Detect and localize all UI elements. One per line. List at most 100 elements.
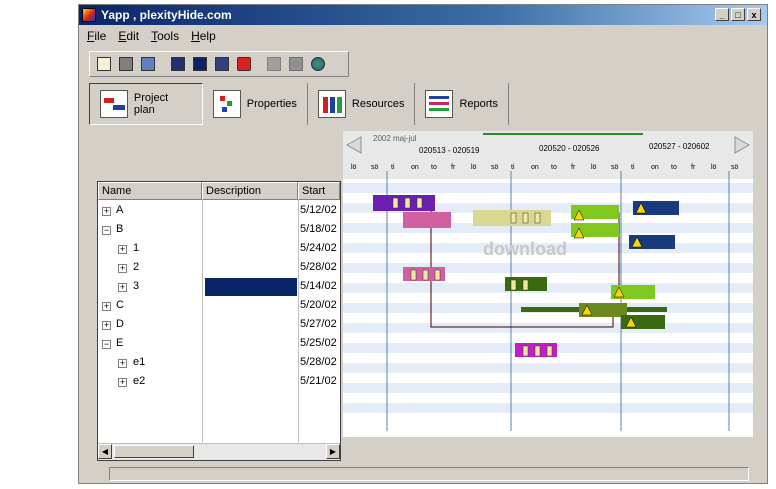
day-label: fr [691,164,696,171]
day-label: sö [371,164,379,171]
menu-help[interactable]: Help [191,29,216,43]
window-title: Yapp , plexityHide.com [101,8,232,22]
tree-row-1[interactable]: + 1 5/24/02 [98,240,338,259]
collapse-icon[interactable]: − [102,226,111,235]
menu-tools[interactable]: Tools [151,29,179,43]
expand-icon[interactable]: + [102,321,111,330]
menu-bar: File Edit Tools Help [79,27,767,45]
start-date: 5/25/02 [300,337,337,349]
task-grid: Name Description Start + A 5/12/02 − B 5… [97,181,341,461]
tree-row-d[interactable]: + D 5/27/02 [98,316,338,335]
day-label: to [431,164,437,171]
start-date: 5/28/02 [300,261,337,273]
tree-row-e1[interactable]: + e1 5/28/02 [98,354,338,373]
task-bar [403,212,451,228]
day-label: lö [711,164,717,171]
redo-icon[interactable] [234,54,254,74]
toolbar [89,51,349,77]
app-window: Yapp , plexityHide.com _ □ x File Edit T… [78,4,768,484]
menu-file[interactable]: File [87,29,106,43]
properties-icon [212,90,241,118]
node-label: e1 [133,356,146,368]
start-date: 5/21/02 [300,375,337,387]
disabled-icon[interactable] [264,54,284,74]
column-header-start[interactable]: Start [298,182,340,200]
tab-project-plan[interactable]: Project plan [89,83,203,125]
tab-label: Project plan [133,92,169,116]
expand-icon[interactable]: + [118,264,127,273]
column-header-name[interactable]: Name [98,182,202,200]
new-doc-icon[interactable] [94,54,114,74]
start-date: 5/18/02 [300,223,337,235]
expand-icon[interactable]: + [102,302,111,311]
day-label: ti [631,164,635,171]
tab-properties[interactable]: Properties [203,83,308,125]
expand-icon[interactable]: + [118,245,127,254]
start-date: 5/14/02 [300,280,337,292]
menu-edit[interactable]: Edit [118,29,139,43]
tree-row-c[interactable]: + C 5/20/02 [98,297,338,316]
scroll-left-button[interactable]: ◀ [98,444,112,459]
start-date: 5/27/02 [300,318,337,330]
copy-icon[interactable] [190,54,210,74]
start-date: 5/28/02 [300,356,337,368]
day-label: lö [591,164,597,171]
day-label: ti [391,164,395,171]
expand-icon[interactable]: + [102,207,111,216]
tab-reports[interactable]: Reports [415,83,509,125]
day-label: to [551,164,557,171]
node-label: 1 [133,242,140,254]
tool-icon[interactable] [286,54,306,74]
expand-icon[interactable]: + [118,378,127,387]
start-date: 5/20/02 [300,299,337,311]
node-label: D [116,318,124,330]
node-label: e2 [133,375,146,387]
gantt-chart: 2002 maj-jul 020513 - 020519 020520 - 02… [343,131,753,437]
tree-row-e2[interactable]: + e2 5/21/02 [98,373,338,392]
day-label: sö [731,164,739,171]
app-icon [82,8,96,22]
day-label: fr [571,164,576,171]
maximize-button[interactable]: □ [731,8,745,21]
expand-icon[interactable]: + [118,359,127,368]
scroll-right-button[interactable]: ▶ [326,444,340,459]
week-label: 020520 - 020526 [539,144,600,153]
task-bar [373,195,435,211]
node-label: E [116,337,124,349]
day-label: on [651,164,659,171]
day-label: on [411,164,419,171]
resources-icon [317,90,346,118]
node-label: 2 [133,261,140,273]
node-label: A [116,204,124,216]
start-date: 5/24/02 [300,242,337,254]
node-label: C [116,299,124,311]
open-folder-icon[interactable] [116,54,136,74]
close-button[interactable]: x [747,8,761,21]
day-label: to [671,164,677,171]
save-icon[interactable] [138,54,158,74]
day-label: lö [471,164,477,171]
cut-icon[interactable] [168,54,188,74]
tree-row-3[interactable]: + 3 5/14/02 [98,278,338,297]
expand-icon[interactable]: + [118,283,127,292]
minimize-button[interactable]: _ [715,8,729,21]
week-label: 020513 - 020519 [419,146,480,155]
day-label: lö [351,164,357,171]
tab-resources[interactable]: Resources [308,83,416,125]
tree-row-e[interactable]: − E 5/25/02 [98,335,338,354]
tree-row-2[interactable]: + 2 5/28/02 [98,259,338,278]
paste-icon[interactable] [212,54,232,74]
globe-icon[interactable] [308,54,328,74]
node-label: B [116,223,124,235]
day-label: ti [511,164,515,171]
day-label: on [531,164,539,171]
column-header-description[interactable]: Description [202,182,298,200]
reports-icon [425,90,454,118]
project-plan-icon [100,90,128,118]
tree-row-a[interactable]: + A 5/12/02 [98,202,338,221]
collapse-icon[interactable]: − [102,340,111,349]
tree-row-b[interactable]: − B 5/18/02 [98,221,338,240]
scroll-thumb[interactable] [114,445,194,458]
horizontal-scrollbar[interactable]: ◀ ▶ [98,443,340,460]
title-bar[interactable]: Yapp , plexityHide.com _ □ x [79,5,767,25]
